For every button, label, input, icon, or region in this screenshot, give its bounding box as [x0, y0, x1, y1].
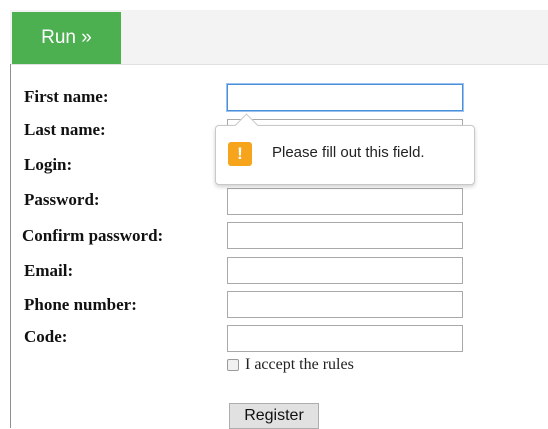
- code-field[interactable]: [227, 325, 463, 352]
- first-name-field[interactable]: [227, 84, 463, 111]
- phone-label: Phone number:: [24, 295, 137, 314]
- first-name-label: First name:: [24, 87, 109, 106]
- email-label: Email:: [24, 261, 74, 280]
- accept-rules-checkbox[interactable]: [227, 359, 239, 371]
- tooltip-message: Please fill out this field.: [272, 144, 425, 161]
- code-label: Code:: [24, 327, 68, 346]
- register-button[interactable]: Register: [229, 403, 319, 429]
- phone-field[interactable]: [227, 291, 463, 318]
- validation-tooltip: ! Please fill out this field.: [215, 113, 475, 185]
- password-label: Password:: [24, 190, 100, 209]
- accept-rules-label: I accept the rules: [245, 356, 354, 373]
- frame-border: [10, 64, 11, 428]
- confirm-password-field[interactable]: [227, 222, 463, 249]
- accept-rules-row[interactable]: I accept the rules: [227, 356, 354, 374]
- password-field[interactable]: [227, 188, 463, 215]
- confirm-password-label: Confirm password:: [22, 226, 164, 245]
- login-label: Login:: [24, 155, 73, 174]
- email-field[interactable]: [227, 257, 463, 284]
- warning-icon: !: [228, 142, 252, 166]
- last-name-label: Last name:: [24, 120, 106, 139]
- run-button[interactable]: Run »: [12, 12, 121, 64]
- tooltip-arrow: [234, 113, 259, 138]
